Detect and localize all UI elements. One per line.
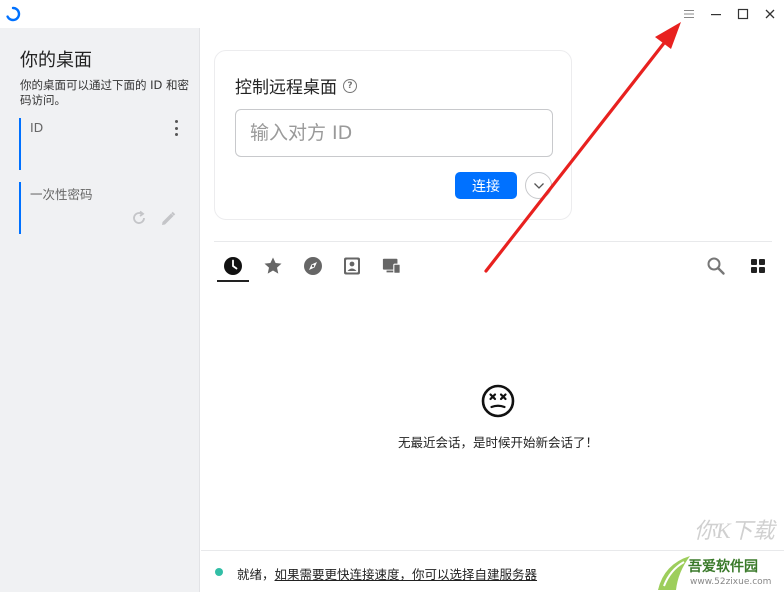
watermark-url: www.52zixue.com	[690, 577, 772, 587]
dizzy-face-icon	[481, 384, 515, 418]
edit-icon[interactable]	[159, 210, 177, 228]
watermark-brand: 吾爱软件园	[688, 559, 758, 575]
devices-icon	[382, 258, 401, 274]
compass-icon	[304, 257, 322, 275]
minimize-icon[interactable]	[705, 4, 727, 24]
your-desktop-title: 你的桌面	[20, 50, 92, 71]
active-tab-indicator	[217, 280, 249, 282]
id-label: ID	[30, 120, 44, 135]
id-field: ID	[19, 118, 191, 170]
self-host-server-link[interactable]: 如果需要更快连接速度，你可以选择自建服务器	[275, 567, 538, 582]
search-button[interactable]	[706, 256, 726, 276]
connect-options-button[interactable]	[525, 172, 552, 199]
clock-icon	[224, 257, 242, 275]
help-icon[interactable]: ?	[343, 78, 357, 93]
close-icon[interactable]	[759, 4, 781, 24]
status-text: 就绪，如果需要更快连接速度，你可以选择自建服务器	[237, 564, 537, 583]
left-panel: 你的桌面 你的桌面可以通过下面的 ID 和密码访问。 ID 一次性密码	[0, 28, 200, 592]
address-book-icon	[344, 257, 360, 275]
your-desktop-description: 你的桌面可以通过下面的 ID 和密码访问。	[20, 78, 190, 107]
connect-button[interactable]: 连接	[455, 172, 517, 199]
svg-text:你K下载: 你K下载	[694, 518, 778, 543]
chevron-down-icon	[533, 182, 544, 189]
status-indicator	[215, 568, 223, 576]
remote-id-input[interactable]	[235, 109, 553, 157]
password-label: 一次性密码	[30, 187, 93, 202]
status-state: 就绪，	[237, 567, 275, 582]
refresh-icon[interactable]	[131, 210, 147, 226]
maximize-icon[interactable]	[732, 4, 754, 24]
hamburger-icon[interactable]	[678, 4, 700, 24]
tab-recent[interactable]	[223, 256, 243, 276]
grid-view-icon	[751, 259, 765, 273]
tab-favorites[interactable]	[263, 256, 283, 276]
search-icon	[707, 257, 725, 275]
tab-address-book[interactable]	[342, 256, 362, 276]
control-remote-label: 控制远程桌面	[235, 78, 337, 98]
connect-card: 控制远程桌面 ? 连接	[214, 50, 572, 220]
password-field: 一次性密码	[19, 182, 191, 234]
more-options-icon[interactable]	[171, 120, 181, 136]
control-remote-title: 控制远程桌面 ?	[235, 73, 357, 98]
app-logo-icon	[6, 6, 21, 22]
title-bar	[0, 0, 784, 28]
tab-devices[interactable]	[382, 256, 402, 276]
empty-state-message: 无最近会话，是时候开始新会话了！	[397, 435, 598, 450]
tab-discovered[interactable]	[303, 256, 323, 276]
grid-view-button[interactable]	[748, 256, 768, 276]
divider	[214, 241, 772, 242]
star-icon	[264, 257, 282, 274]
